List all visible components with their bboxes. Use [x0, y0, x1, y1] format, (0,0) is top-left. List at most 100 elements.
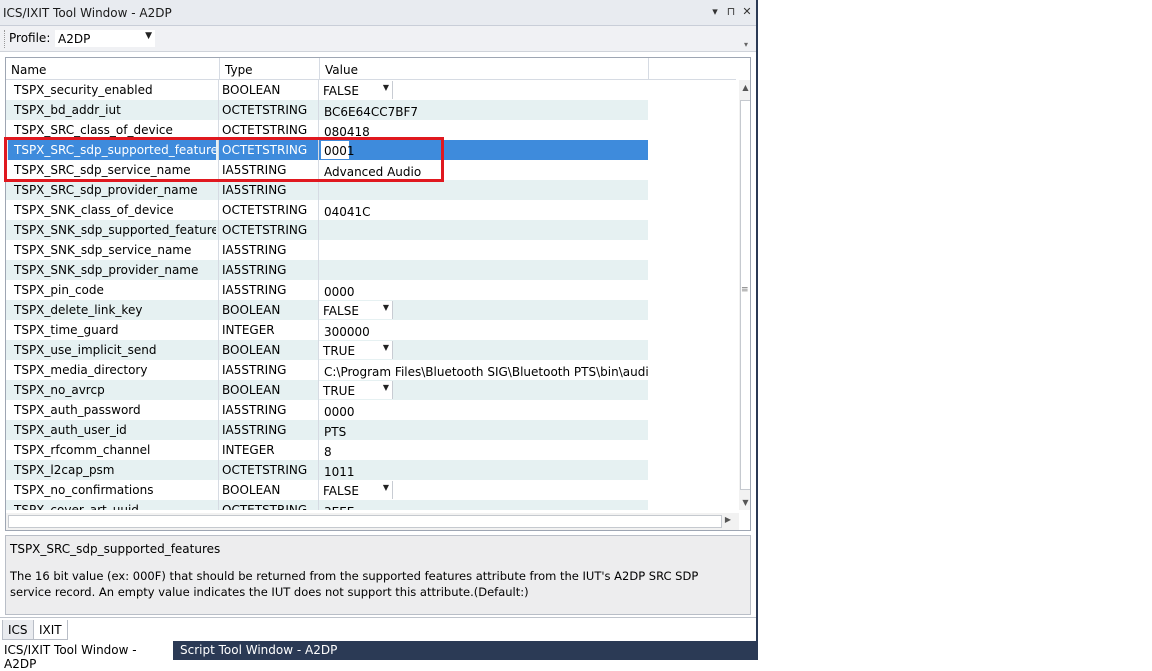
grid-row[interactable]: TSPX_l2cap_psm OCTETSTRING 1011: [6, 460, 648, 480]
doctab-script-tool[interactable]: Script Tool Window - A2DP: [176, 641, 341, 660]
grid-row[interactable]: TSPX_SRC_class_of_device OCTETSTRING 08041…: [6, 120, 648, 140]
vertical-scroll-thumb[interactable]: [740, 100, 750, 490]
property-name[interactable]: TSPX_SNK_sdp_supported_features: [8, 220, 216, 240]
property-name[interactable]: TSPX_rfcomm_channel: [8, 440, 216, 460]
property-name[interactable]: TSPX_SNK_sdp_provider_name: [8, 260, 216, 280]
dropdown-arrow-icon[interactable]: ▼: [383, 483, 389, 492]
property-name[interactable]: TSPX_media_directory: [8, 360, 216, 380]
property-name[interactable]: TSPX_no_avrcp: [8, 380, 216, 400]
property-name[interactable]: TSPX_SRC_sdp_service_name: [8, 160, 216, 180]
property-value[interactable]: [318, 180, 648, 200]
grid-row[interactable]: TSPX_bd_addr_iut OCTETSTRING BC6E64CC7BF7: [6, 100, 648, 120]
property-name[interactable]: TSPX_cover_art_uuid: [8, 500, 216, 510]
grid-row[interactable]: TSPX_SRC_sdp_provider_name IA5STRING: [6, 180, 648, 200]
dropdown-arrow-icon[interactable]: ▼: [383, 383, 389, 392]
property-value[interactable]: PTS: [318, 420, 648, 440]
property-value[interactable]: FALSE ▼: [318, 480, 648, 500]
tab-ixit[interactable]: IXIT: [33, 620, 68, 640]
grid-row[interactable]: TSPX_delete_link_key BOOLEAN FALSE ▼: [6, 300, 648, 320]
value-edit-field[interactable]: 0001: [321, 141, 355, 159]
property-name[interactable]: TSPX_delete_link_key: [8, 300, 216, 320]
property-value[interactable]: FALSE ▼: [318, 300, 648, 320]
dropdown-arrow-icon[interactable]: ▼: [383, 303, 389, 312]
column-header-name[interactable]: Name: [6, 58, 220, 80]
property-value[interactable]: BC6E64CC7BF7: [318, 100, 648, 120]
scroll-right-icon[interactable]: ▶: [725, 515, 731, 524]
profile-select[interactable]: A2DP ▼: [54, 29, 156, 48]
property-value[interactable]: [318, 220, 648, 240]
grid-row[interactable]: TSPX_auth_user_id IA5STRING PTS: [6, 420, 648, 440]
pin-icon[interactable]: ⊓: [724, 4, 738, 20]
property-value[interactable]: C:\Program Files\Bluetooth SIG\Bluetooth…: [318, 360, 648, 380]
column-header-type[interactable]: Type: [220, 58, 320, 80]
property-name[interactable]: TSPX_SNK_sdp_service_name: [8, 240, 216, 260]
close-button[interactable]: ✕: [740, 4, 754, 20]
grid-row[interactable]: TSPX_SNK_class_of_device OCTETSTRING 04041…: [6, 200, 648, 220]
ics-ixit-tool-window: ICS/IXIT Tool Window - A2DP ▾ ⊓ ✕ Profil…: [0, 0, 758, 671]
grid-row[interactable]: TSPX_SRC_sdp_supported_features OCTETSTRI…: [6, 140, 648, 160]
property-name[interactable]: TSPX_time_guard: [8, 320, 216, 340]
scroll-down-icon[interactable]: ▼: [740, 498, 750, 510]
property-name[interactable]: TSPX_pin_code: [8, 280, 216, 300]
dropdown-arrow-icon[interactable]: ▼: [383, 83, 389, 92]
property-value[interactable]: 300000: [318, 320, 648, 340]
tab-ics[interactable]: ICS: [2, 620, 34, 640]
horizontal-scroll-thumb[interactable]: [8, 515, 722, 528]
property-name[interactable]: TSPX_auth_password: [8, 400, 216, 420]
property-value[interactable]: 0000: [318, 400, 648, 420]
dropdown-arrow-icon[interactable]: ▼: [383, 343, 389, 352]
property-value[interactable]: 0001: [318, 140, 648, 160]
value-dropdown[interactable]: FALSE ▼: [319, 81, 393, 99]
property-value[interactable]: TRUE ▼: [318, 340, 648, 360]
property-name[interactable]: TSPX_l2cap_psm: [8, 460, 216, 480]
property-value[interactable]: Advanced Audio: [318, 160, 648, 180]
property-value[interactable]: 04041C: [318, 200, 648, 220]
property-name[interactable]: TSPX_SRC_sdp_supported_features: [8, 140, 216, 160]
property-name[interactable]: TSPX_security_enabled: [8, 80, 216, 100]
value-dropdown[interactable]: TRUE ▼: [319, 341, 393, 359]
property-name[interactable]: TSPX_auth_user_id: [8, 420, 216, 440]
grid-row[interactable]: TSPX_SNK_sdp_supported_features OCTETSTRI…: [6, 220, 648, 240]
property-name[interactable]: TSPX_SRC_class_of_device: [8, 120, 216, 140]
property-value[interactable]: FALSE ▼: [318, 80, 648, 100]
vertical-scrollbar[interactable]: ▲ ≡ ▼: [739, 80, 750, 510]
grid-row[interactable]: TSPX_security_enabled BOOLEAN FALSE ▼: [6, 80, 648, 100]
property-name[interactable]: TSPX_use_implicit_send: [8, 340, 216, 360]
scroll-up-icon[interactable]: ▲: [740, 83, 750, 95]
property-name[interactable]: TSPX_SNK_class_of_device: [8, 200, 216, 220]
property-type: BOOLEAN: [218, 380, 318, 400]
profile-toolbar: Profile: A2DP ▼ ▾: [0, 26, 756, 52]
property-value[interactable]: 080418: [318, 120, 648, 140]
grid-row[interactable]: TSPX_rfcomm_channel INTEGER 8: [6, 440, 648, 460]
window-menu-button[interactable]: ▾: [708, 4, 722, 20]
grid-row[interactable]: TSPX_SNK_sdp_provider_name IA5STRING: [6, 260, 648, 280]
property-value[interactable]: 3EEE: [318, 500, 648, 510]
grid-row[interactable]: TSPX_auth_password IA5STRING 0000: [6, 400, 648, 420]
grid-row[interactable]: TSPX_pin_code IA5STRING 0000: [6, 280, 648, 300]
value-dropdown[interactable]: FALSE ▼: [319, 481, 393, 499]
property-type: IA5STRING: [218, 160, 318, 180]
grid-row[interactable]: TSPX_cover_art_uuidOCTETSTRING3EEE: [6, 500, 648, 510]
property-value[interactable]: 0000: [318, 280, 648, 300]
toolbar-overflow-icon[interactable]: ▾: [744, 40, 754, 50]
property-value[interactable]: [318, 260, 648, 280]
property-value[interactable]: 1011: [318, 460, 648, 480]
grid-row[interactable]: TSPX_SNK_sdp_service_name IA5STRING: [6, 240, 648, 260]
horizontal-scrollbar[interactable]: ▶: [6, 513, 739, 530]
grid-row[interactable]: TSPX_media_directory IA5STRING C:\Program …: [6, 360, 648, 380]
grid-row[interactable]: TSPX_no_confirmations BOOLEAN FALSE ▼: [6, 480, 648, 500]
column-header-value[interactable]: Value: [320, 58, 649, 80]
grid-row[interactable]: TSPX_use_implicit_send BOOLEAN TRUE ▼: [6, 340, 648, 360]
grid-row[interactable]: TSPX_time_guard INTEGER 300000: [6, 320, 648, 340]
value-dropdown[interactable]: TRUE ▼: [319, 381, 393, 399]
property-name[interactable]: TSPX_SRC_sdp_provider_name: [8, 180, 216, 200]
property-name[interactable]: TSPX_no_confirmations: [8, 480, 216, 500]
property-name[interactable]: TSPX_bd_addr_iut: [8, 100, 216, 120]
value-dropdown[interactable]: FALSE ▼: [319, 301, 393, 319]
property-value[interactable]: TRUE ▼: [318, 380, 648, 400]
property-value[interactable]: [318, 240, 648, 260]
property-value[interactable]: 8: [318, 440, 648, 460]
grid-row[interactable]: TSPX_no_avrcp BOOLEAN TRUE ▼: [6, 380, 648, 400]
doctab-ics-ixit[interactable]: ICS/IXIT Tool Window - A2DP: [0, 641, 173, 671]
grid-row[interactable]: TSPX_SRC_sdp_service_name IA5STRING Advanc…: [6, 160, 648, 180]
